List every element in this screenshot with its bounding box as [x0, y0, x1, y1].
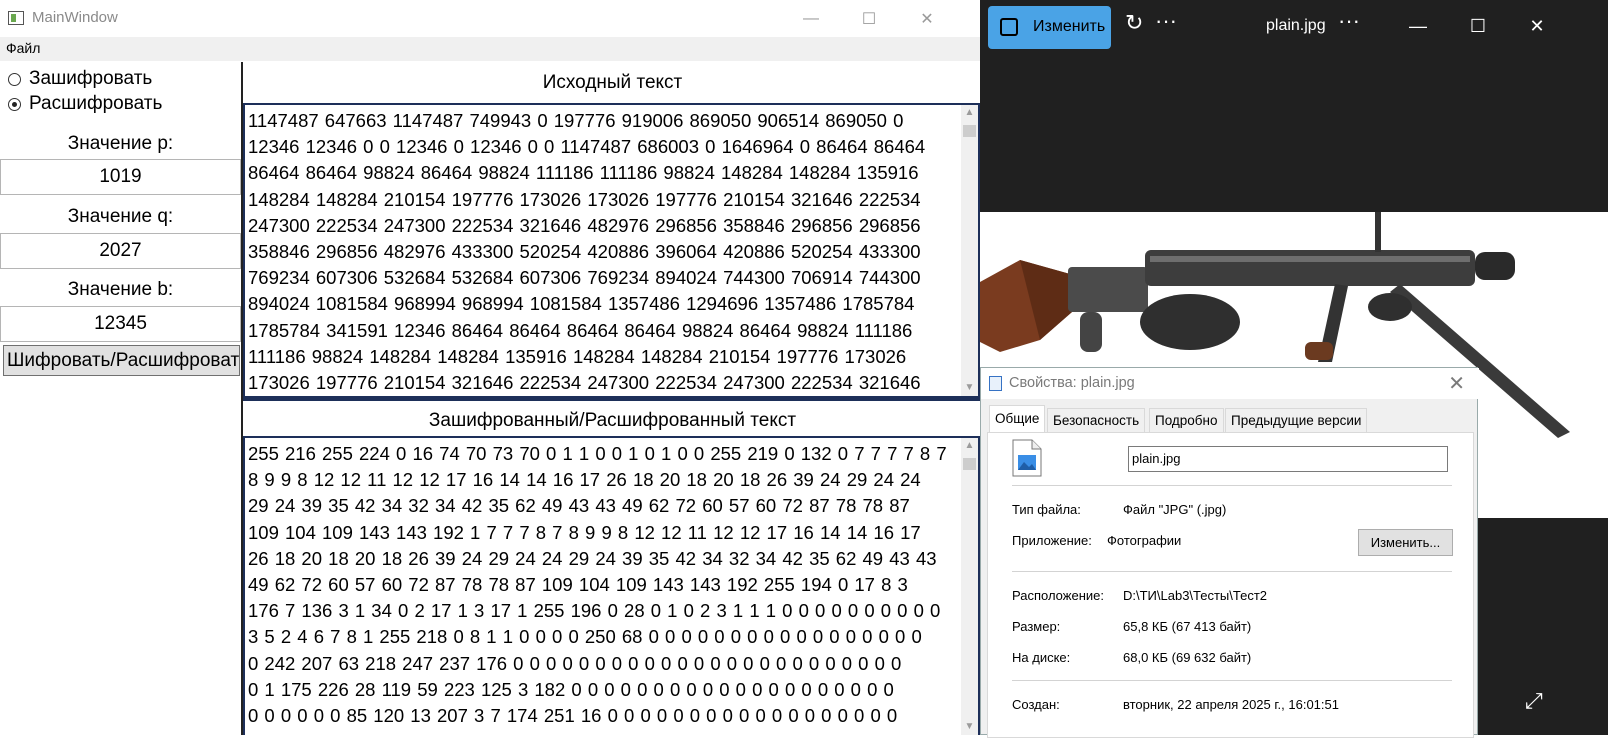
tab-general[interactable]: Общие [989, 405, 1046, 433]
app-value: Фотографии [1107, 533, 1182, 548]
encrypt-decrypt-button[interactable]: Шифровать/Расшифровать [3, 345, 240, 376]
file-type-label: Тип файла: [1012, 502, 1081, 517]
photos-maximize-button[interactable]: ☐ [1458, 8, 1498, 44]
created-label: Создан: [1012, 697, 1060, 712]
file-name-input[interactable]: plain.jpg [1128, 446, 1448, 472]
separator [1012, 680, 1452, 681]
image-file-icon [1012, 439, 1042, 477]
main-window: MainWindow — ☐ ✕ Файл Зашифровать Расшиф… [0, 0, 980, 735]
rotate-icon[interactable]: ↻ [1125, 10, 1143, 36]
b-input[interactable]: 12345 [0, 306, 241, 342]
size-value: 65,8 КБ (67 413 байт) [1123, 619, 1252, 634]
decrypt-radio[interactable]: Расшифровать [8, 93, 238, 117]
result-text: 255 216 255 224 0 16 74 70 73 70 0 1 1 0… [248, 443, 947, 727]
q-input[interactable]: 2027 [0, 233, 241, 269]
photos-minimize-button[interactable]: — [1398, 8, 1438, 44]
encrypt-radio-circle[interactable] [8, 73, 21, 86]
properties-dialog: Свойства: plain.jpg ✕ Общие Безопасность… [980, 367, 1479, 738]
scroll-up-icon[interactable]: ▲ [961, 438, 978, 454]
disk-size-label: На диске: [1012, 650, 1071, 665]
change-app-button[interactable]: Изменить... [1358, 529, 1453, 556]
scroll-thumb[interactable] [963, 125, 976, 137]
source-text: 1147487 647663 1147487 749943 0 197776 9… [248, 110, 926, 394]
dialog-title-bar: Свойства: plain.jpg ✕ [981, 368, 1479, 399]
expand-icon[interactable]: ⤢ [1525, 688, 1543, 714]
title-bar: MainWindow — ☐ ✕ [0, 0, 980, 37]
photos-close-button[interactable]: ✕ [1517, 8, 1557, 44]
edit-icon [1000, 18, 1018, 36]
scroll-thumb[interactable] [963, 458, 976, 470]
minimize-button[interactable]: — [782, 0, 840, 37]
edit-button[interactable]: Изменить [988, 6, 1111, 49]
tab-previous-versions[interactable]: Предыдущие версии [1225, 408, 1368, 432]
dialog-title: Свойства: plain.jpg [1009, 375, 1135, 391]
file-name: plain.jpg [1266, 17, 1326, 34]
created-value: вторник, 22 апреля 2025 г., 16:01:51 [1123, 697, 1339, 712]
tab-details[interactable]: Подробно [1149, 408, 1224, 432]
encrypt-radio[interactable]: Зашифровать [8, 68, 238, 92]
b-label: Значение b: [67, 279, 174, 300]
source-textbox[interactable]: 1147487 647663 1147487 749943 0 197776 9… [243, 103, 980, 398]
edit-button-label: Изменить [1033, 18, 1106, 35]
scroll-up-icon[interactable]: ▲ [961, 105, 978, 121]
q-label: Значение q: [67, 206, 174, 227]
encrypt-radio-label: Зашифровать [29, 68, 153, 89]
file-type-value: Файл "JPG" (.jpg) [1123, 502, 1227, 517]
more-options-icon[interactable]: ··· [1155, 8, 1177, 34]
decrypt-radio-circle[interactable] [8, 98, 21, 111]
source-text-header: Исходный текст [542, 72, 683, 93]
result-textbox[interactable]: 255 216 255 224 0 16 74 70 73 70 0 1 1 0… [243, 436, 980, 735]
p-input[interactable]: 1019 [0, 159, 241, 195]
scroll-down-icon[interactable]: ▼ [961, 719, 978, 735]
window-title: MainWindow [32, 9, 118, 26]
menu-bar: Файл [0, 37, 980, 61]
result-scrollbar[interactable]: ▲ ▼ [961, 438, 978, 735]
separator [1012, 571, 1452, 572]
separator [1012, 485, 1452, 486]
file-icon [989, 376, 1002, 391]
maximize-button[interactable]: ☐ [840, 0, 898, 37]
app-label: Приложение: [1012, 533, 1092, 548]
location-label: Расположение: [1012, 588, 1104, 603]
decrypt-radio-label: Расшифровать [29, 93, 163, 114]
size-label: Размер: [1012, 619, 1061, 634]
left-panel: Зашифровать Расшифровать Значение p: 101… [0, 62, 243, 735]
p-label: Значение p: [67, 133, 174, 154]
app-icon [8, 11, 24, 25]
tab-security[interactable]: Безопасность [1047, 408, 1146, 432]
scroll-down-icon[interactable]: ▼ [961, 380, 978, 396]
close-button[interactable]: ✕ [898, 0, 956, 37]
source-scrollbar[interactable]: ▲ ▼ [961, 105, 978, 396]
dialog-close-button[interactable]: ✕ [1448, 371, 1465, 396]
location-value: D:\ТИ\Lab3\Тесты\Тест2 [1123, 588, 1268, 603]
result-text-header: Зашифрованный/Расшифрованный текст [428, 410, 797, 431]
disk-size-value: 68,0 КБ (69 632 байт) [1123, 650, 1252, 665]
general-tab-panel: plain.jpg Тип файла: Файл "JPG" (.jpg) П… [987, 432, 1474, 738]
menu-file[interactable]: Файл [6, 40, 40, 56]
more-menu-icon[interactable]: ··· [1338, 8, 1360, 34]
